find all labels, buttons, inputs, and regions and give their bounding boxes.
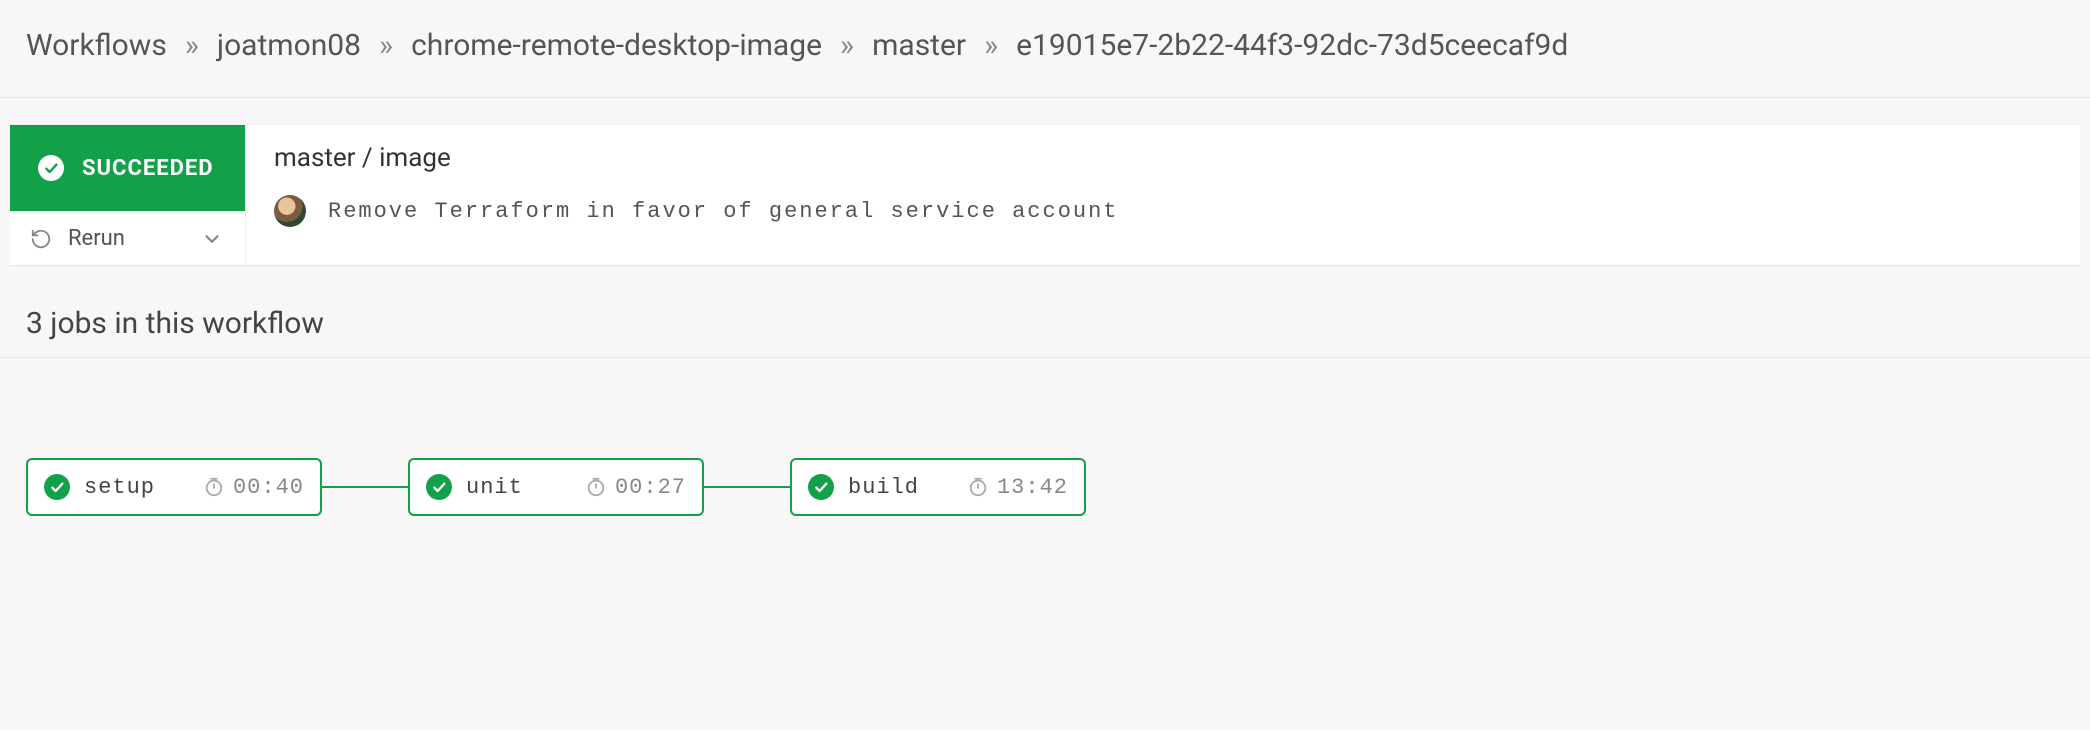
refresh-icon xyxy=(30,228,52,250)
job-card-build[interactable]: build 13:42 xyxy=(790,458,1086,516)
avatar[interactable] xyxy=(274,195,306,227)
rerun-label: Rerun xyxy=(68,226,125,251)
chevron-down-icon xyxy=(201,228,223,250)
check-circle-icon xyxy=(808,474,834,500)
check-circle-icon xyxy=(44,474,70,500)
breadcrumb: Workflows » joatmon08 » chrome-remote-de… xyxy=(0,0,2090,98)
job-name: build xyxy=(848,475,953,500)
breadcrumb-separator: » xyxy=(840,28,854,63)
breadcrumb-item-branch[interactable]: master xyxy=(872,28,966,63)
job-duration-value: 13:42 xyxy=(997,475,1068,500)
job-duration: 00:40 xyxy=(203,475,304,500)
workflow-info: master / image Remove Terraform in favor… xyxy=(246,125,2080,265)
branch-workflow-title: master / image xyxy=(274,143,2052,173)
commit-line: Remove Terraform in favor of general ser… xyxy=(274,195,2052,227)
stopwatch-icon xyxy=(585,476,607,498)
job-card-unit[interactable]: unit 00:27 xyxy=(408,458,704,516)
jobs-graph: setup 00:40 unit 00:27 build xyxy=(0,358,2090,556)
workflow-header: SUCCEEDED Rerun master / image Remove Te… xyxy=(10,124,2080,266)
job-duration: 00:27 xyxy=(585,475,686,500)
status-label: SUCCEEDED xyxy=(82,156,214,181)
commit-message: Remove Terraform in favor of general ser… xyxy=(328,199,1119,224)
status-column: SUCCEEDED Rerun xyxy=(10,125,246,265)
breadcrumb-separator: » xyxy=(185,28,199,63)
breadcrumb-item-workflow-id[interactable]: e19015e7-2b22-44f3-92dc-73d5ceecaf9d xyxy=(1016,28,1568,63)
job-name: setup xyxy=(84,475,189,500)
jobs-section-heading: 3 jobs in this workflow xyxy=(0,266,2090,357)
status-badge: SUCCEEDED xyxy=(10,125,245,211)
check-circle-icon xyxy=(38,155,64,181)
job-name: unit xyxy=(466,475,571,500)
breadcrumb-separator: » xyxy=(984,28,998,63)
check-circle-icon xyxy=(426,474,452,500)
stopwatch-icon xyxy=(967,476,989,498)
breadcrumb-item-workflows[interactable]: Workflows xyxy=(26,28,167,63)
job-duration-value: 00:27 xyxy=(615,475,686,500)
breadcrumb-item-repo[interactable]: chrome-remote-desktop-image xyxy=(411,28,822,63)
breadcrumb-separator: » xyxy=(379,28,393,63)
job-connector xyxy=(704,486,790,488)
rerun-button[interactable]: Rerun xyxy=(10,211,245,265)
job-duration-value: 00:40 xyxy=(233,475,304,500)
job-duration: 13:42 xyxy=(967,475,1068,500)
job-card-setup[interactable]: setup 00:40 xyxy=(26,458,322,516)
job-connector xyxy=(322,486,408,488)
breadcrumb-item-user[interactable]: joatmon08 xyxy=(217,28,361,63)
stopwatch-icon xyxy=(203,476,225,498)
